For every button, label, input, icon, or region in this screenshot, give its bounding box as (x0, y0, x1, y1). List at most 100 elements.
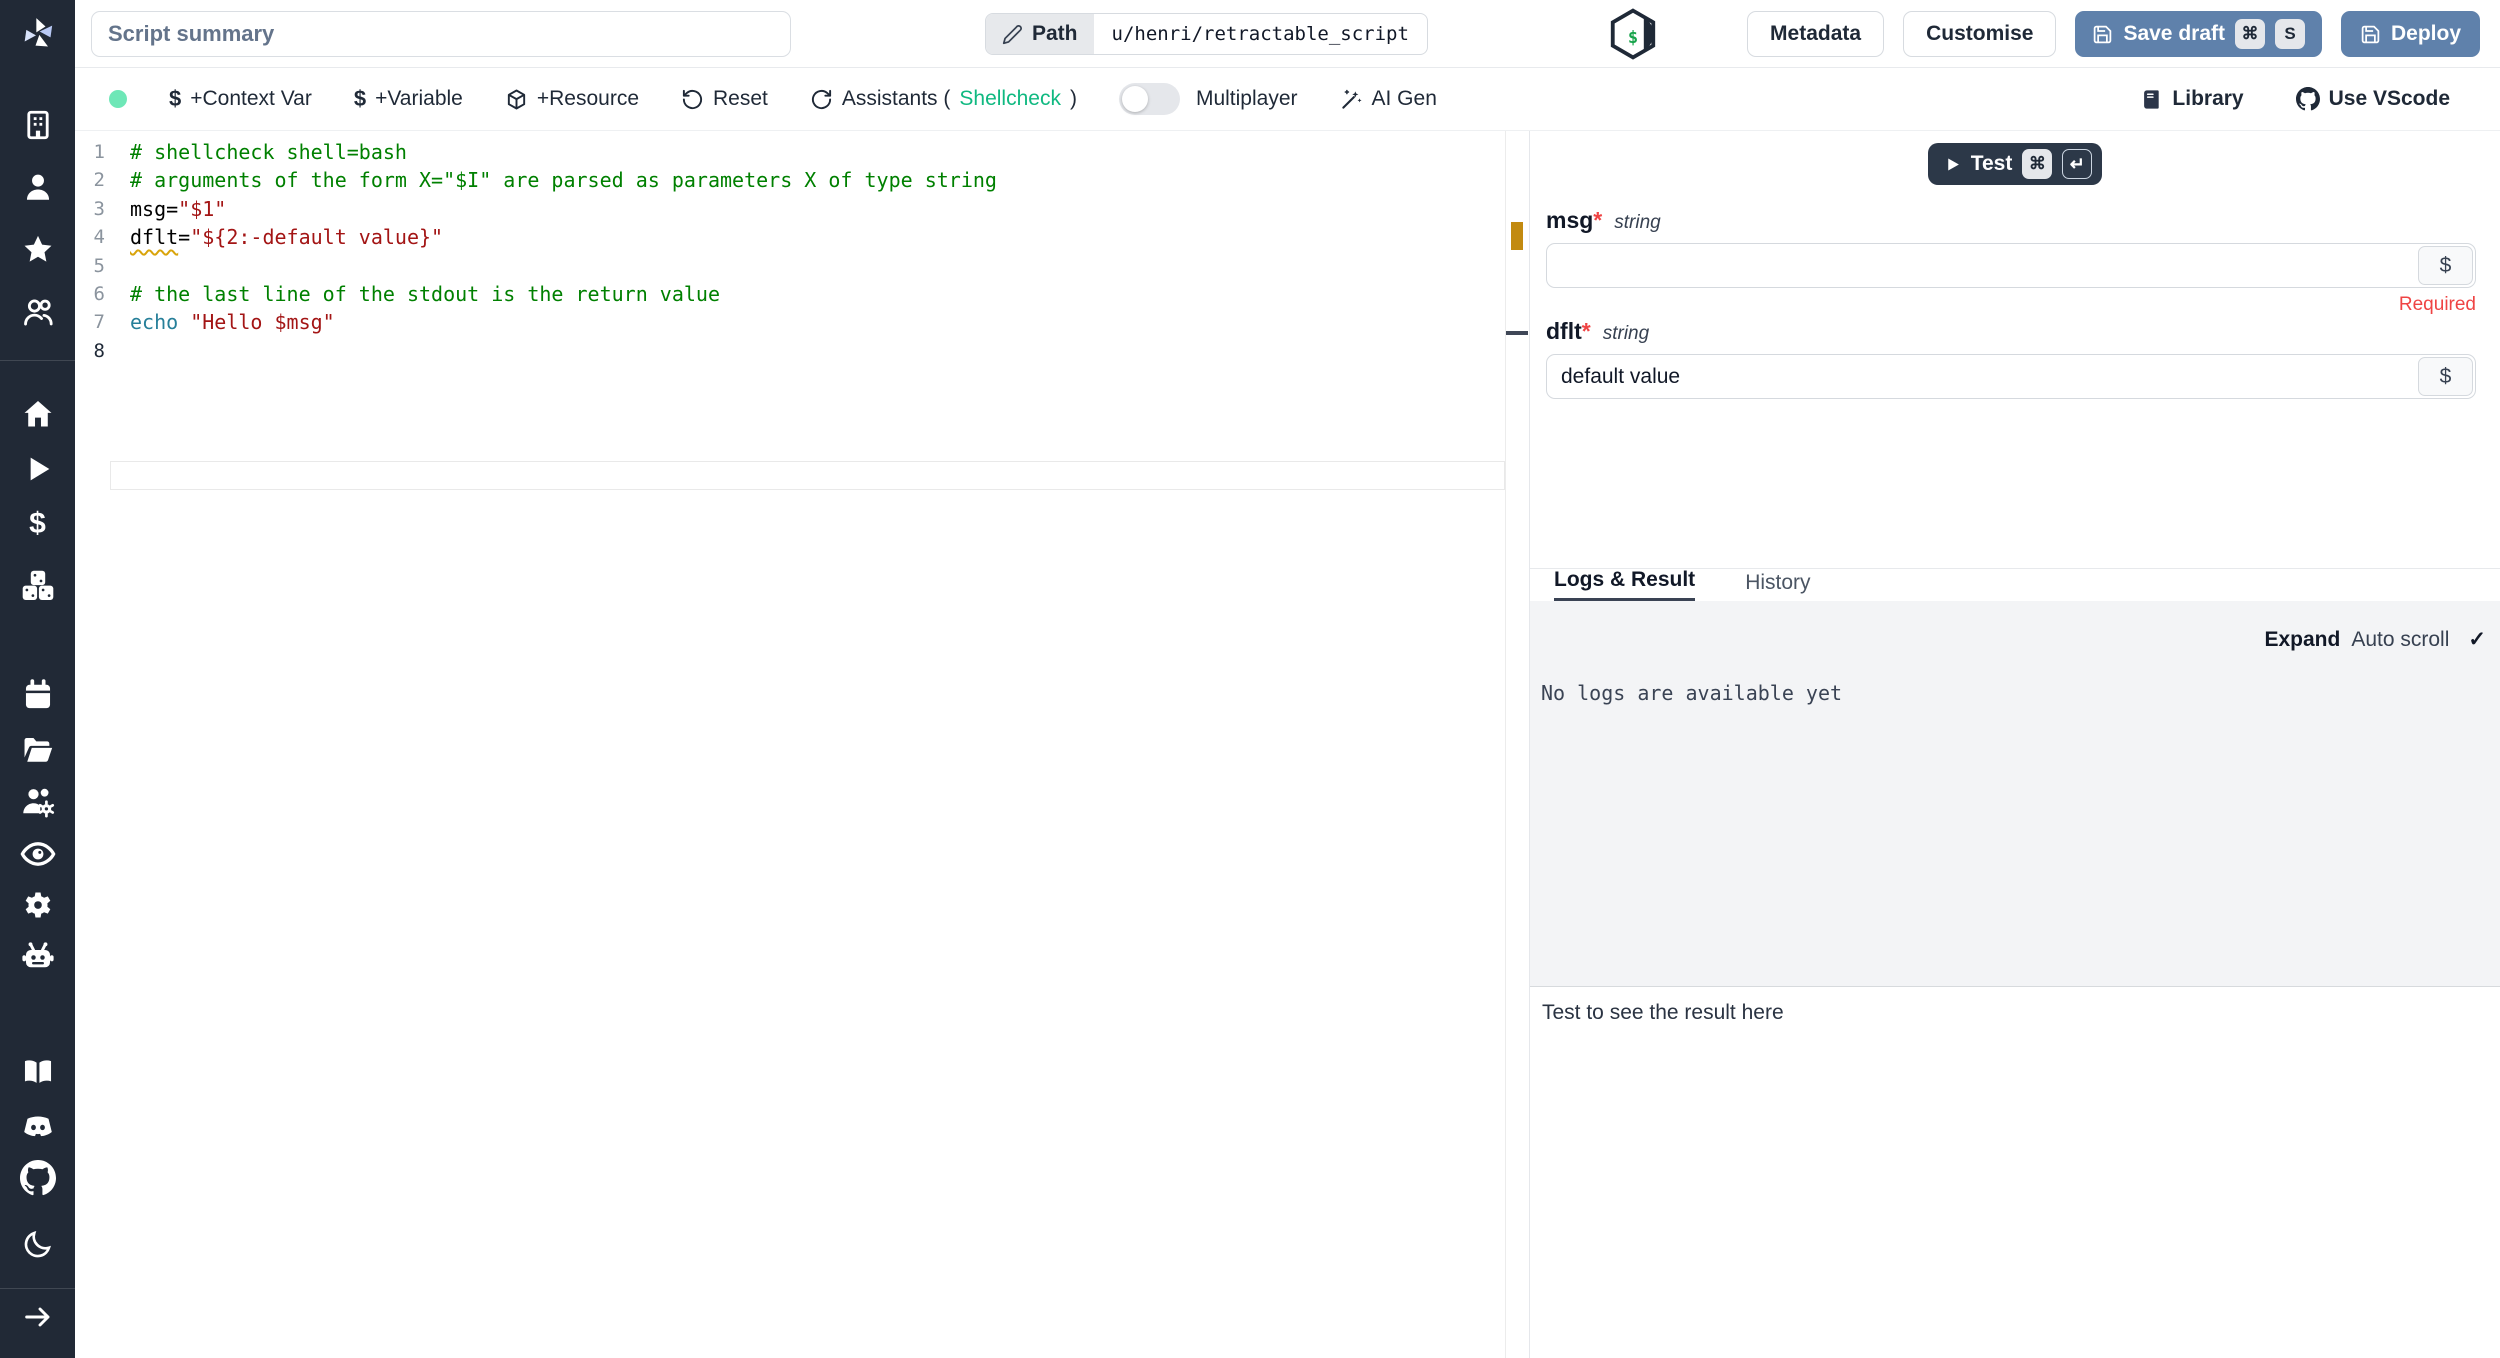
toolbar-right: Library Use VScode (2140, 87, 2500, 111)
use-vscode-button[interactable]: Use VScode (2295, 87, 2450, 111)
dflt-input-group: $ (1546, 354, 2476, 399)
sidebar-item-docs[interactable] (0, 1052, 75, 1092)
code-line[interactable]: # shellcheck shell=bash (130, 138, 1469, 166)
book-icon (2144, 89, 2160, 109)
bash-dollar-glyph: $ (1627, 28, 1639, 48)
toolbar-left: $ +Context Var $ +Variable +Resource Res… (75, 83, 1437, 115)
code-editor[interactable]: 1 2 3 4 5 6 7 8 # shellcheck shell=bash # argume… (75, 131, 1529, 1358)
refresh-icon (811, 89, 831, 109)
sidebar-item-variables[interactable]: $ (0, 504, 75, 544)
save-draft-button[interactable]: Save draft ⌘ S (2075, 11, 2322, 57)
sidebar-item-runs[interactable] (0, 449, 75, 489)
dflt-variable-picker-button[interactable]: $ (2418, 357, 2473, 396)
sidebar-item-audit-logs[interactable] (0, 834, 75, 874)
code-line[interactable]: echo "Hello $msg" (130, 308, 1469, 336)
sidebar-item-users[interactable] (0, 292, 75, 332)
assistants-button[interactable]: Assistants (Shellcheck) (810, 87, 1077, 111)
tab-logs-and-result[interactable]: Logs & Result (1554, 568, 1696, 601)
msg-input[interactable] (1546, 243, 2476, 288)
add-resource-button[interactable]: +Resource (505, 87, 639, 111)
multiplayer-control: Multiplayer (1118, 83, 1298, 115)
line-number: 4 (93, 226, 105, 249)
sidebar-item-groups[interactable] (0, 782, 75, 822)
code-line[interactable]: dflt="${2:-default value}" (130, 223, 1469, 251)
script-summary-input[interactable] (91, 11, 791, 57)
sidebar-item-folders[interactable] (0, 729, 75, 769)
star-icon (24, 235, 51, 262)
reset-button[interactable]: Reset (681, 87, 768, 111)
multiplayer-toggle[interactable] (1118, 83, 1180, 115)
path-button-label: Path (1032, 22, 1078, 45)
line-number: 8 (93, 339, 105, 362)
test-panel: Test ⌘ ↵ msg * string $ Required dflt * st… (1530, 131, 2500, 1358)
book-open-icon (24, 1060, 51, 1083)
shellcheck-label: Shellcheck (959, 87, 1061, 110)
sidebar-item-favorites[interactable] (0, 230, 75, 270)
sidebar-item-theme-toggle[interactable] (0, 1224, 75, 1264)
assistants-label: Assistants ( (841, 87, 951, 110)
customise-button[interactable]: Customise (1903, 11, 2057, 57)
metadata-button-label: Metadata (1770, 22, 1862, 45)
dflt-input[interactable] (1546, 354, 2476, 399)
deploy-button[interactable]: Deploy (2340, 11, 2480, 57)
code-line[interactable] (130, 252, 1469, 280)
logs-panel: Expand Auto scroll ✓ No logs are availab… (1530, 601, 2500, 987)
folder-open-icon (24, 737, 52, 762)
code-line[interactable]: # the last line of the stdout is the ret… (130, 280, 1469, 308)
edit-path-button[interactable]: Path (986, 14, 1094, 54)
line-number: 7 (93, 311, 105, 334)
add-variable-button[interactable]: $ +Variable (354, 86, 463, 112)
sidebar-item-user[interactable] (0, 167, 75, 207)
line-numbers: 1 2 3 4 5 6 7 8 (75, 138, 115, 365)
sidebar-item-workers[interactable] (0, 936, 75, 976)
deploy-label: Deploy (2390, 22, 2461, 45)
library-button[interactable]: Library (2140, 87, 2244, 111)
autoscroll-checkbox[interactable]: ✓ (2468, 627, 2486, 652)
msg-required-error: Required (2398, 294, 2476, 315)
sidebar-item-home[interactable] (0, 394, 75, 434)
dollar-icon: $ (29, 507, 46, 540)
path-group: Path u/henri/retractable_script (985, 13, 1428, 55)
windmill-logo-icon (24, 18, 52, 47)
code-line[interactable]: msg="$1" (130, 195, 1469, 223)
line-number: 1 (93, 141, 105, 163)
sidebar-item-workspace[interactable] (0, 105, 75, 145)
multiplayer-label: Multiplayer (1195, 87, 1298, 110)
users-gear-icon (22, 788, 54, 818)
editor-overview-ruler[interactable] (1505, 131, 1529, 1358)
required-star: * (1581, 318, 1591, 344)
sidebar-item-github[interactable] (0, 1158, 75, 1198)
eye-icon (20, 842, 55, 866)
code-line[interactable]: # arguments of the form X="$I" are parse… (130, 166, 1469, 194)
msg-variable-picker-button[interactable]: $ (2418, 246, 2473, 285)
sidebar-item-schedules[interactable] (0, 675, 75, 715)
field-label-msg: msg * string (1546, 207, 2476, 234)
windmill-logo[interactable] (0, 14, 75, 54)
windmill-script-editor: $ Script summary Path u/henri/retractabl… (0, 0, 2500, 1358)
code-lines: # shellcheck shell=bash # arguments of th… (130, 138, 1469, 365)
code-line[interactable] (130, 337, 1469, 365)
play-icon (1947, 157, 1959, 171)
expand-logs-button[interactable]: Expand (2264, 628, 2340, 652)
no-logs-message: No logs are available yet (1541, 681, 1843, 705)
test-button[interactable]: Test ⌘ ↵ (1927, 143, 2103, 185)
dollar-icon: $ (2439, 253, 2452, 277)
editor-toolbar: $ +Context Var $ +Variable +Resource Res… (75, 68, 2500, 131)
sidebar-item-resources[interactable] (0, 565, 75, 605)
sidebar: $ (0, 0, 75, 1358)
metadata-button[interactable]: Metadata (1747, 11, 1885, 57)
sidebar-item-discord[interactable] (0, 1107, 75, 1147)
script-path[interactable]: u/henri/retractable_script (1094, 14, 1427, 54)
github-icon (19, 1160, 56, 1196)
sidebar-item-settings[interactable] (0, 887, 75, 927)
tab-history[interactable]: History (1745, 571, 1810, 601)
toggle-knob (1121, 86, 1148, 112)
users-icon (23, 299, 53, 326)
ai-gen-button[interactable]: AI Gen (1340, 87, 1437, 111)
wand-sparkles-icon (1341, 89, 1362, 109)
sidebar-expand-button[interactable] (0, 1297, 75, 1337)
line-number: 3 (93, 197, 105, 220)
add-context-var-button[interactable]: $ +Context Var (169, 86, 312, 112)
rotate-ccw-icon (682, 89, 703, 109)
line-number: 6 (93, 282, 105, 305)
